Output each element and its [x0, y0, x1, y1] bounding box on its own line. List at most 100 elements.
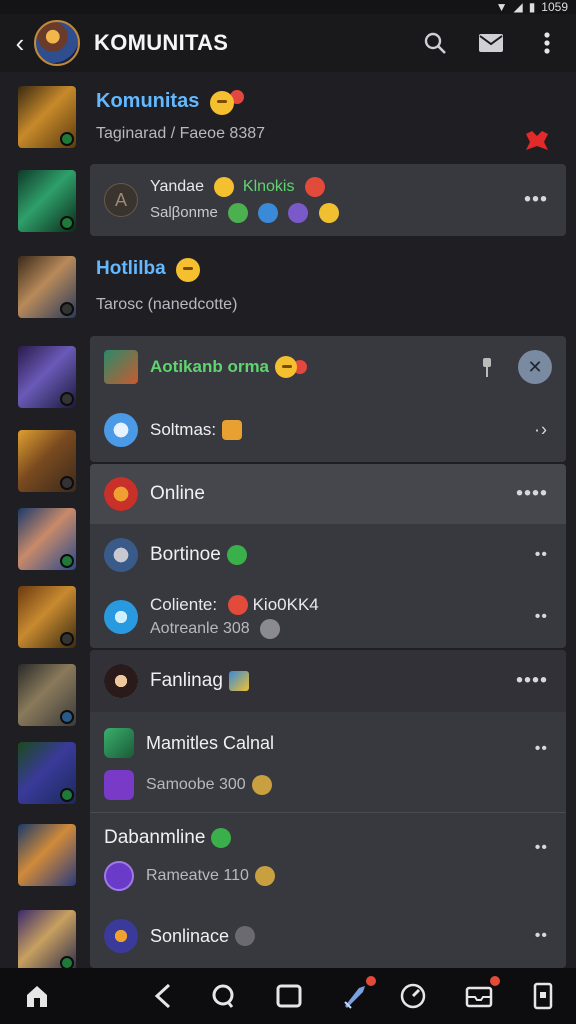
member-avatar	[104, 600, 138, 634]
more-options-button[interactable]: ••	[535, 740, 548, 758]
level-badge	[60, 788, 74, 802]
level-badge	[60, 632, 74, 646]
member-avatar	[104, 350, 138, 384]
member-name: Fanlinag	[150, 670, 223, 691]
list-item[interactable]: Fanlinag ••••	[90, 650, 566, 712]
more-options-button[interactable]: ••	[535, 608, 548, 626]
hero-thumbnail[interactable]	[18, 346, 76, 408]
back-button[interactable]: ‹	[6, 14, 34, 72]
sticker-icon	[228, 203, 249, 223]
smiley-icon	[214, 177, 235, 197]
list-item[interactable]: Online ••••	[90, 464, 566, 524]
check-badge-icon	[226, 545, 247, 565]
hero-thumbnail[interactable]	[18, 430, 76, 492]
hero-thumbnail[interactable]	[18, 824, 76, 886]
battery-icon: ▮	[528, 0, 536, 14]
more-options-button[interactable]: ••	[535, 546, 548, 564]
more-options-button[interactable]: ••••	[516, 483, 548, 506]
nav-inbox[interactable]	[462, 974, 502, 1012]
close-button[interactable]: ✕	[518, 350, 552, 384]
community-name: Komunitas	[96, 90, 200, 112]
more-options-button[interactable]: ••••	[516, 670, 548, 693]
member-subtitle: Salβonme	[150, 203, 218, 221]
sword-icon	[344, 986, 365, 1009]
list-item[interactable]: Sonlinace ••	[90, 905, 566, 967]
signal-icon: ◢	[513, 0, 523, 14]
level-badge	[60, 302, 74, 316]
more-options-button[interactable]: ••	[535, 839, 548, 857]
more-options-button[interactable]: ••	[535, 927, 548, 945]
community-group-card[interactable]: Online •••• Bortinoe •• Coliente: Kio0KK…	[90, 464, 566, 648]
hero-thumbnail[interactable]	[18, 664, 76, 726]
alert-icon	[304, 177, 325, 197]
sticker-icon	[318, 203, 339, 223]
forward-arrow-button[interactable]: ·›	[534, 420, 548, 441]
member-tag: Kio0KK4	[252, 594, 319, 614]
community-card[interactable]: A Yandae Klnokis Salβonme •••	[90, 164, 566, 236]
level-badge	[60, 956, 74, 968]
status-bar: ▼ ◢ ▮ 1059	[0, 0, 576, 14]
mail-button[interactable]	[478, 30, 504, 56]
nav-chat[interactable]	[206, 980, 240, 1012]
member-name: Coliente:	[150, 594, 218, 614]
nav-profile[interactable]	[526, 980, 560, 1012]
list-item[interactable]: Komunitas Taginarad / Faeoe 8387	[90, 86, 576, 156]
compass-icon	[400, 983, 426, 1009]
list-item[interactable]: Soltmas: ·›	[90, 398, 566, 462]
overflow-menu-button[interactable]	[534, 30, 560, 56]
notification-dot	[488, 974, 502, 988]
hero-thumbnail[interactable]	[18, 170, 76, 232]
nav-back[interactable]	[146, 980, 180, 1012]
community-group-card[interactable]: Fanlinag •••• Mamitles Calnal Samoobe 30…	[90, 650, 566, 968]
square-icon	[276, 984, 302, 1008]
nav-home[interactable]	[20, 980, 54, 1012]
level-badge	[60, 392, 74, 406]
chevron-left-icon	[154, 983, 171, 1009]
mail-icon	[479, 34, 503, 52]
member-subtitle: Rameatve 110	[146, 867, 249, 884]
level-badge	[60, 216, 74, 230]
sticker-icon	[288, 203, 309, 223]
smiley-icon	[176, 258, 201, 282]
hero-thumbnail[interactable]	[18, 742, 76, 804]
hero-thumbnail[interactable]	[18, 256, 76, 318]
community-avatar[interactable]	[34, 20, 80, 66]
member-name: Dabanmline	[104, 827, 206, 848]
notification-dot	[364, 974, 378, 988]
member-avatar: A	[104, 183, 138, 217]
wifi-icon: ▼	[495, 0, 508, 14]
community-group-card[interactable]: Aotikanb orma ✕ Soltmas: ·›	[90, 336, 566, 462]
page-title: KOMUNITAS	[94, 30, 229, 55]
phone-profile-icon	[533, 982, 553, 1010]
hero-thumbnail[interactable]	[18, 508, 76, 570]
search-button[interactable]	[422, 30, 448, 56]
community-list[interactable]: Komunitas Taginarad / Faeoe 8387 A Yanda…	[0, 72, 576, 968]
alert-icon	[227, 595, 248, 616]
smiley-icon	[260, 619, 281, 640]
level-badge	[60, 554, 74, 568]
inbox-icon	[465, 986, 493, 1008]
list-item[interactable]: Coliente: Kio0KK4 Aotreanle 308 ••	[90, 586, 566, 648]
more-options-button[interactable]: •••	[524, 189, 548, 212]
list-item[interactable]: Mamitles Calnal Samoobe 300 ••	[90, 712, 566, 812]
level-badge	[60, 476, 74, 490]
list-item[interactable]: Dabanmline Rameatve 110 ••	[90, 813, 566, 905]
check-badge-icon	[211, 828, 232, 848]
hero-thumbnail[interactable]	[18, 910, 76, 968]
nav-compass[interactable]	[396, 980, 430, 1012]
hero-thumbnail[interactable]	[18, 86, 76, 148]
top-app-bar: ‹ KOMUNITAS	[0, 14, 576, 72]
list-item[interactable]: Bortinoe ••	[90, 524, 566, 586]
status-time: 1059	[541, 0, 568, 14]
smiley-icon	[275, 356, 298, 378]
community-name: Hotlilba	[96, 258, 166, 280]
hero-thumbnail-column	[0, 72, 90, 968]
nav-recents[interactable]	[272, 980, 306, 1012]
member-avatar	[104, 413, 138, 447]
community-subtitle: Tarosc (nanedcotte)	[96, 296, 238, 313]
hero-thumbnail[interactable]	[18, 586, 76, 648]
sticker-icon	[258, 203, 279, 223]
list-item[interactable]: Hotlilba Tarosc (nanedcotte)	[90, 256, 576, 326]
nav-heroes[interactable]	[338, 974, 378, 1012]
list-item[interactable]: Aotikanb orma ✕	[90, 336, 566, 398]
